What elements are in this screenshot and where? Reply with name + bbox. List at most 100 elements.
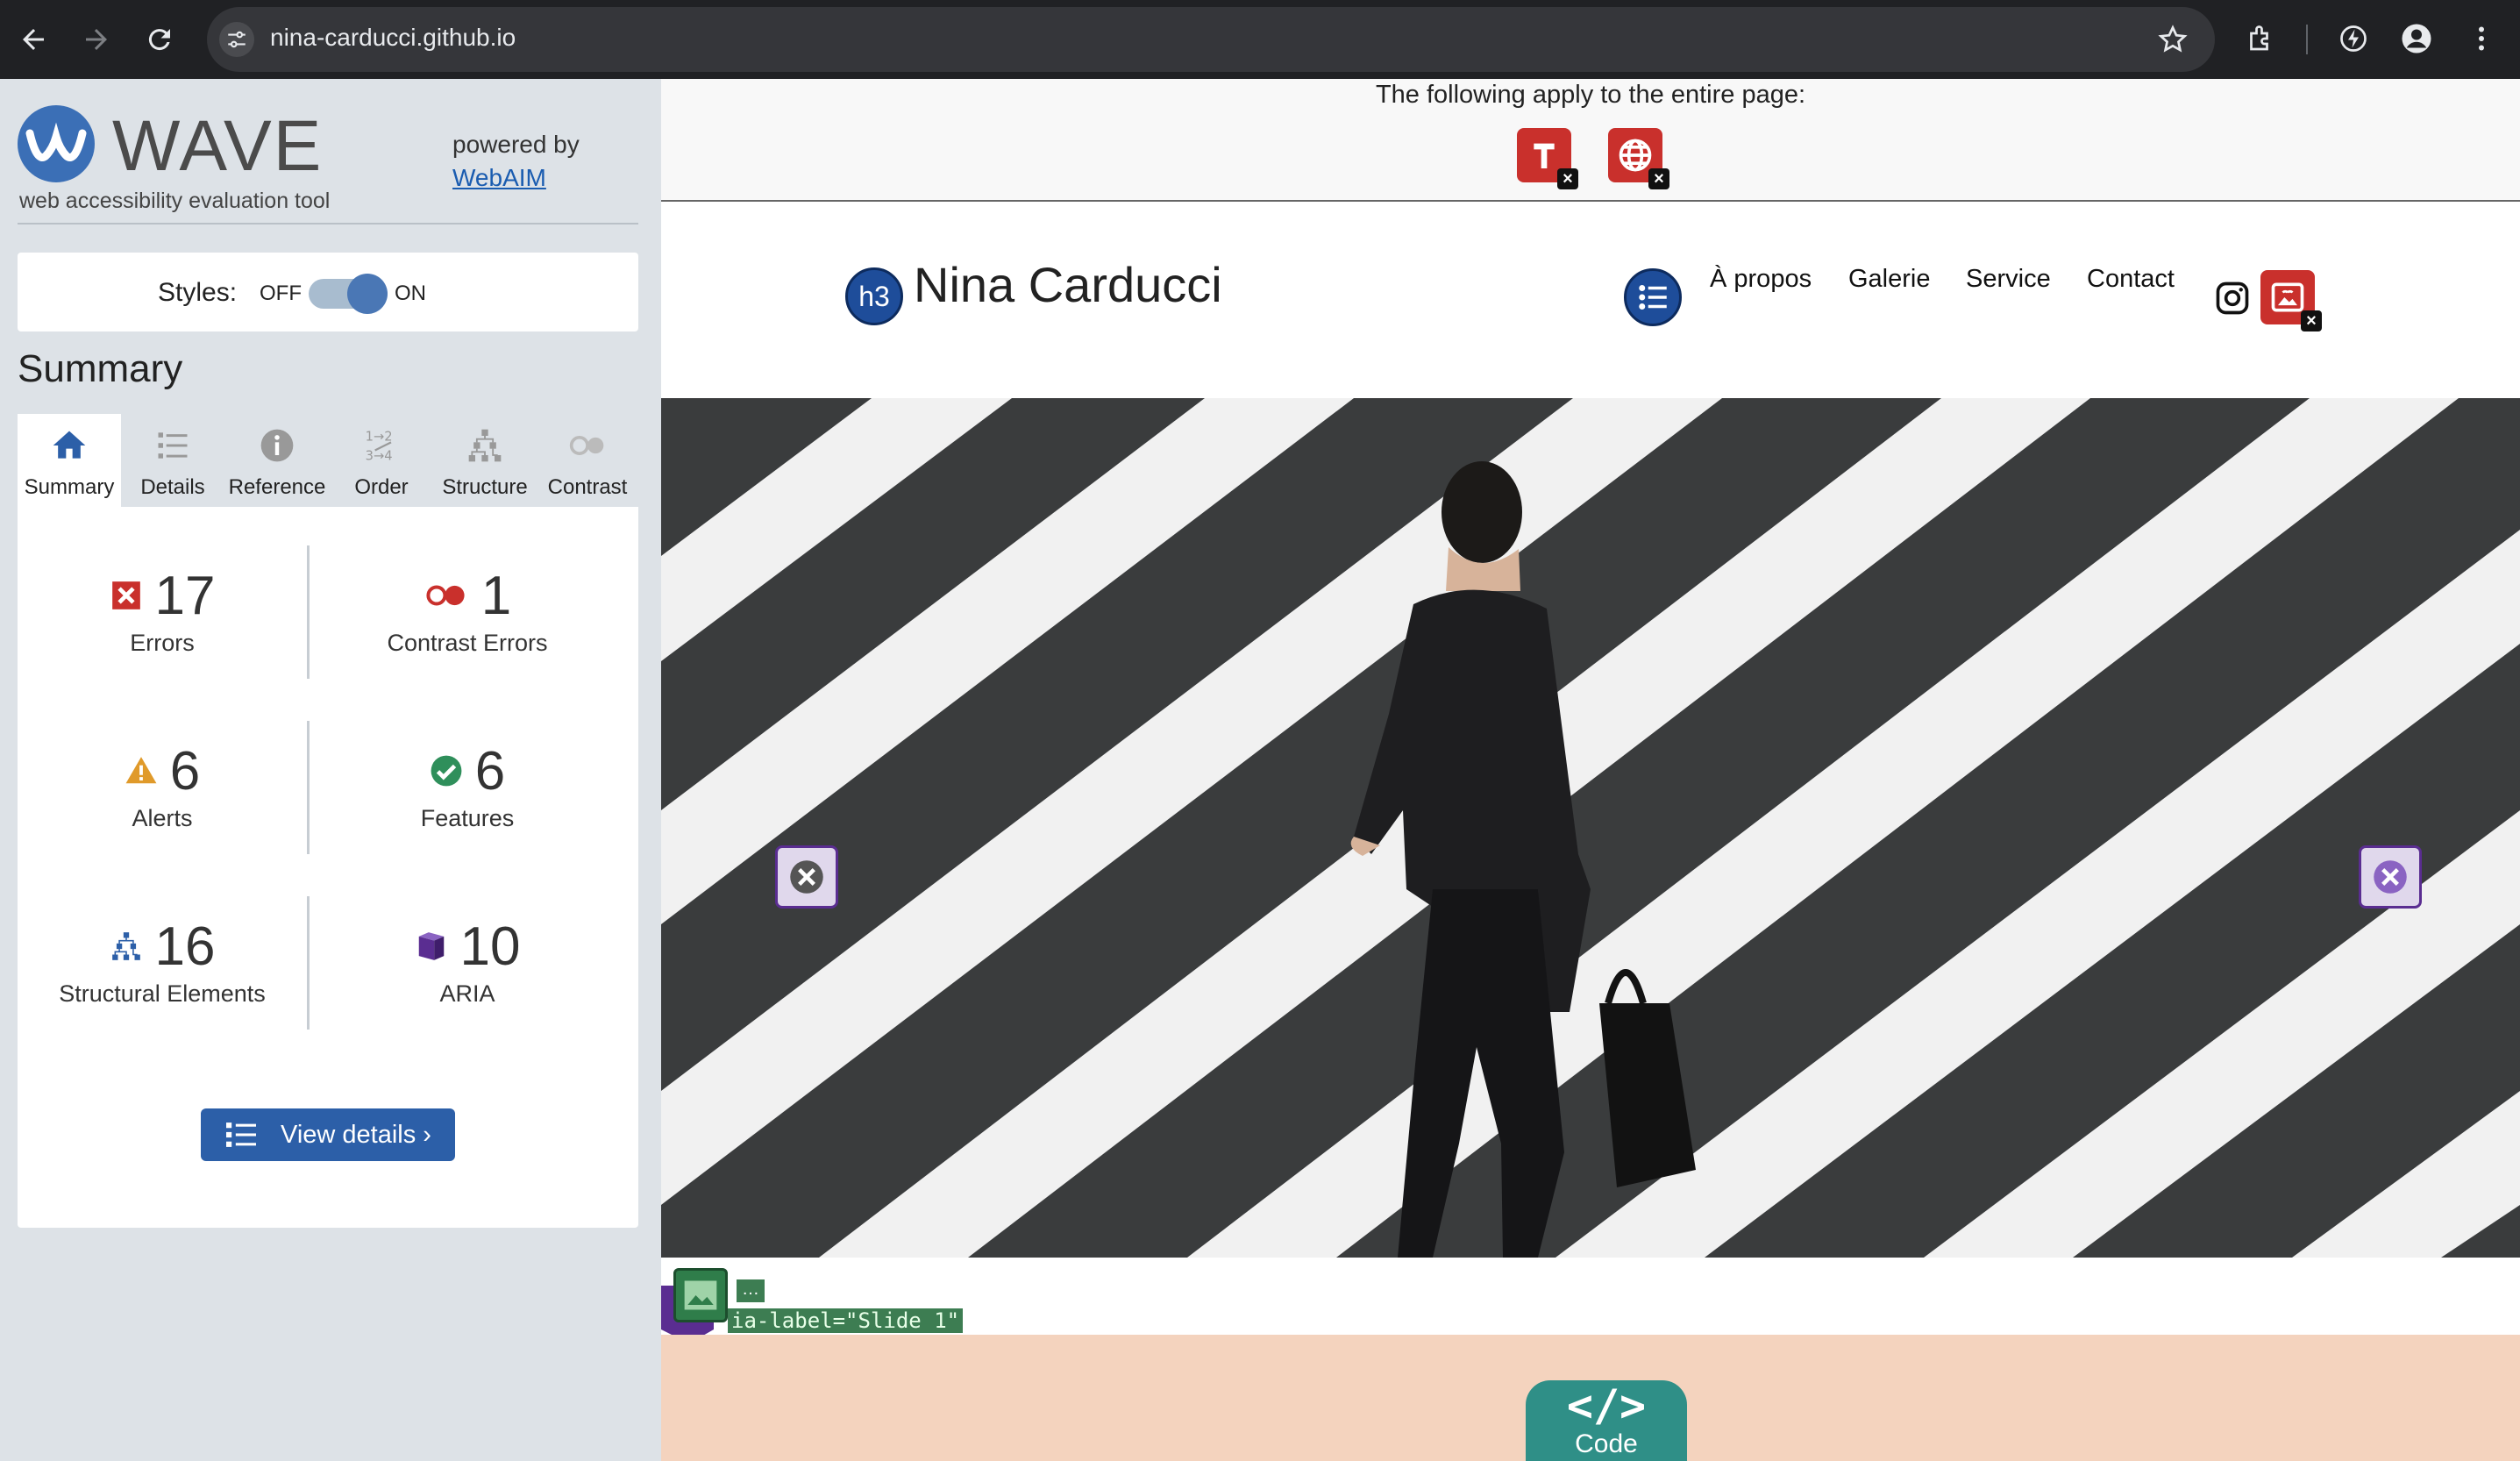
tab-contrast[interactable]: Contrast (537, 414, 638, 507)
structural-count: 16 (154, 916, 216, 977)
tab-summary[interactable]: Summary (18, 414, 121, 507)
error-x-icon: × (1648, 168, 1669, 189)
tab-label: Details (140, 475, 205, 499)
structure-icon (468, 429, 502, 462)
carousel-prev-control[interactable] (775, 845, 838, 909)
stat-alerts[interactable]: 6 Alerts (18, 740, 307, 832)
contrast-errors-count: 1 (481, 565, 512, 626)
language-missing-error-icon[interactable]: × (1608, 128, 1669, 189)
styles-off-label: OFF (260, 282, 302, 305)
bookmark-star-icon[interactable] (2152, 18, 2194, 61)
structure-icon (111, 932, 140, 960)
url-text[interactable]: nina-carducci.github.io (270, 24, 516, 52)
tab-order[interactable]: 1→2 3→4 Order (330, 414, 433, 507)
nav-link-service[interactable]: Service (1966, 265, 2051, 294)
aria-label-tag: ia-label="Slide 1" (728, 1308, 964, 1333)
wave-tabs: Summary Details Reference 1→2 3→4 Order S… (18, 414, 638, 507)
code-symbol-icon: </> (1566, 1380, 1647, 1431)
error-x-icon: × (2301, 310, 2322, 331)
structural-label: Structural Elements (59, 980, 266, 1007)
site-title: Nina Carducci (914, 257, 1222, 312)
stat-structural[interactable]: 16 Structural Elements (18, 916, 307, 1008)
toggle-knob[interactable] (347, 274, 388, 314)
order-icon: 1→23→4 (366, 430, 393, 464)
tab-label: Order (354, 475, 409, 499)
stat-errors[interactable]: 17 Errors (18, 565, 307, 657)
webaim-link[interactable]: WebAIM (452, 164, 546, 191)
site-header: h3 Nina Carducci À propos Galerie Servic… (661, 203, 2520, 398)
image-feature-icon[interactable] (673, 1268, 728, 1322)
svg-text:3→4: 3→4 (366, 449, 393, 464)
view-details-button[interactable]: View details › (201, 1108, 455, 1161)
tab-details[interactable]: Details (121, 414, 224, 507)
banner-text: The following apply to the entire page: (1375, 81, 1806, 109)
alert-icon (125, 757, 157, 784)
aria-count: 10 (459, 916, 521, 977)
carousel-next-control[interactable] (2359, 845, 2422, 909)
address-bar[interactable]: nina-carducci.github.io (207, 7, 2215, 72)
nav-link-galerie[interactable]: Galerie (1848, 265, 1931, 294)
aria-tag-dots: … (737, 1279, 765, 1302)
hero-carousel-image (661, 398, 2520, 1258)
wave-subtitle: web accessibility evaluation tool (19, 189, 331, 213)
linked-image-missing-alt-icon[interactable]: × (2260, 270, 2322, 331)
site-info-icon[interactable] (219, 22, 254, 57)
aria-button-icon (790, 860, 823, 894)
code-element-badge[interactable]: </> Code (1526, 1380, 1687, 1461)
nav-link-contact[interactable]: Contact (2087, 265, 2175, 294)
styles-toggle[interactable] (309, 274, 388, 314)
page-viewport: The following apply to the entire page: … (661, 79, 2520, 1461)
tab-reference[interactable]: Reference (224, 414, 330, 507)
instagram-icon[interactable] (2213, 279, 2252, 317)
styles-toggle-box: Styles: OFF ON (18, 253, 638, 331)
contrast-errors-label: Contrast Errors (387, 630, 548, 656)
extensions-icon[interactable] (2239, 18, 2282, 60)
divider (307, 896, 310, 1030)
errors-count: 17 (154, 565, 216, 626)
stat-aria[interactable]: 10 ARIA (323, 916, 612, 1008)
wave-sidebar: WAVE web accessibility evaluation tool p… (0, 79, 661, 1461)
aria-cube-icon (418, 932, 444, 960)
performance-icon[interactable] (2332, 18, 2374, 60)
heading-level-badge[interactable]: h3 (845, 267, 903, 325)
info-icon (260, 429, 294, 462)
stat-features[interactable]: 6 Features (323, 740, 612, 832)
tab-label: Reference (228, 475, 326, 499)
errors-label: Errors (130, 630, 195, 656)
contrast-error-icon (426, 585, 465, 606)
wave-logo-icon (18, 105, 95, 182)
contrast-icon (569, 436, 604, 455)
unordered-list-icon[interactable] (1624, 268, 1682, 326)
styles-on-label: ON (395, 282, 426, 305)
list-icon (226, 1122, 257, 1147)
aria-button-icon (2374, 860, 2407, 894)
reload-icon[interactable] (135, 15, 184, 64)
powered-by-label: powered by (452, 131, 580, 158)
stat-contrast-errors[interactable]: 1 Contrast Errors (323, 565, 612, 657)
styles-label: Styles: (158, 278, 238, 307)
missing-title-error-icon[interactable]: × (1517, 128, 1578, 189)
page-wide-issues-banner: The following apply to the entire page: … (661, 79, 2520, 202)
list-icon (158, 432, 188, 459)
nav-link-apropos[interactable]: À propos (1710, 265, 1812, 294)
error-x-icon: × (1557, 168, 1578, 189)
feature-check-icon (431, 755, 462, 787)
crosswalk-photo (661, 398, 2520, 1258)
divider (307, 721, 310, 854)
toolbar-divider (2306, 25, 2308, 54)
summary-heading: Summary (18, 347, 183, 390)
alerts-label: Alerts (132, 805, 193, 831)
svg-text:1→2: 1→2 (366, 430, 393, 445)
powered-by: powered by WebAIM (452, 128, 580, 195)
tab-label: Summary (24, 475, 115, 499)
profile-avatar-icon[interactable] (2395, 18, 2438, 60)
forward-icon[interactable] (72, 15, 121, 64)
alerts-count: 6 (169, 740, 201, 802)
menu-kebab-icon[interactable] (2460, 18, 2502, 60)
back-icon[interactable] (9, 15, 58, 64)
home-icon (53, 431, 86, 459)
tab-structure[interactable]: Structure (433, 414, 537, 507)
divider (18, 223, 638, 224)
view-details-label: View details › (281, 1120, 431, 1149)
code-label: Code (1575, 1429, 1638, 1458)
